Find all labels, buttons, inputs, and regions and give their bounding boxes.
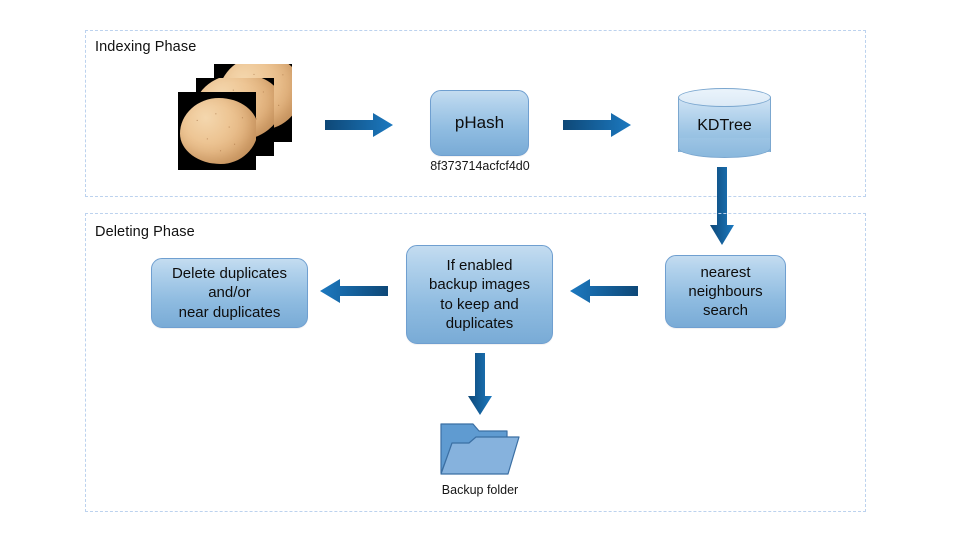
arrow-images-to-phash [325,112,393,138]
ifenabled-line-2: backup images [429,276,530,294]
ifenabled-line-4: duplicates [445,314,514,332]
delete-line-1: Delete duplicates [171,265,288,283]
if-enabled-backup-node[interactable]: If enabled backup images to keep and dup… [406,245,553,344]
nn-line-3: search [702,302,748,320]
potato-image [180,98,256,164]
phash-node-label: pHash [454,113,505,133]
arrow-phash-to-kdtree [563,112,631,138]
arrow-ifenabled-to-folder [467,353,493,415]
nn-line-1: nearest [700,263,751,281]
nn-line-2: neighbours [688,282,763,300]
kdtree-node[interactable]: KDTree [678,88,771,160]
delete-line-2: and/or [208,284,251,302]
delete-duplicates-node[interactable]: Delete duplicates and/or near duplicates [151,258,308,328]
phash-node[interactable]: pHash [430,90,529,156]
arrow-nn-to-ifenabled [570,278,638,304]
nearest-neighbours-node[interactable]: nearest neighbours search [665,255,786,328]
image-thumbnail [178,92,256,170]
nearest-neighbours-node-label: nearest neighbours search [688,263,762,321]
ifenabled-line-1: If enabled [446,257,513,275]
arrow-ifenabled-to-delete [320,278,388,304]
folder-icon[interactable] [440,421,520,477]
kdtree-node-label: KDTree [697,117,752,134]
backup-folder-label: Backup folder [441,483,519,497]
if-enabled-backup-node-label: If enabled backup images to keep and dup… [429,256,530,333]
indexing-phase-label: Indexing Phase [95,39,197,55]
deleting-phase-label: Deleting Phase [95,224,195,240]
ifenabled-line-3: to keep and [440,295,519,313]
phash-hash-caption: 8f373714acfcf4d0 [430,159,530,173]
potato-texture [180,98,256,164]
image-stack [178,64,292,170]
delete-duplicates-node-label: Delete duplicates and/or near duplicates [172,264,287,322]
delete-line-3: near duplicates [178,303,281,321]
